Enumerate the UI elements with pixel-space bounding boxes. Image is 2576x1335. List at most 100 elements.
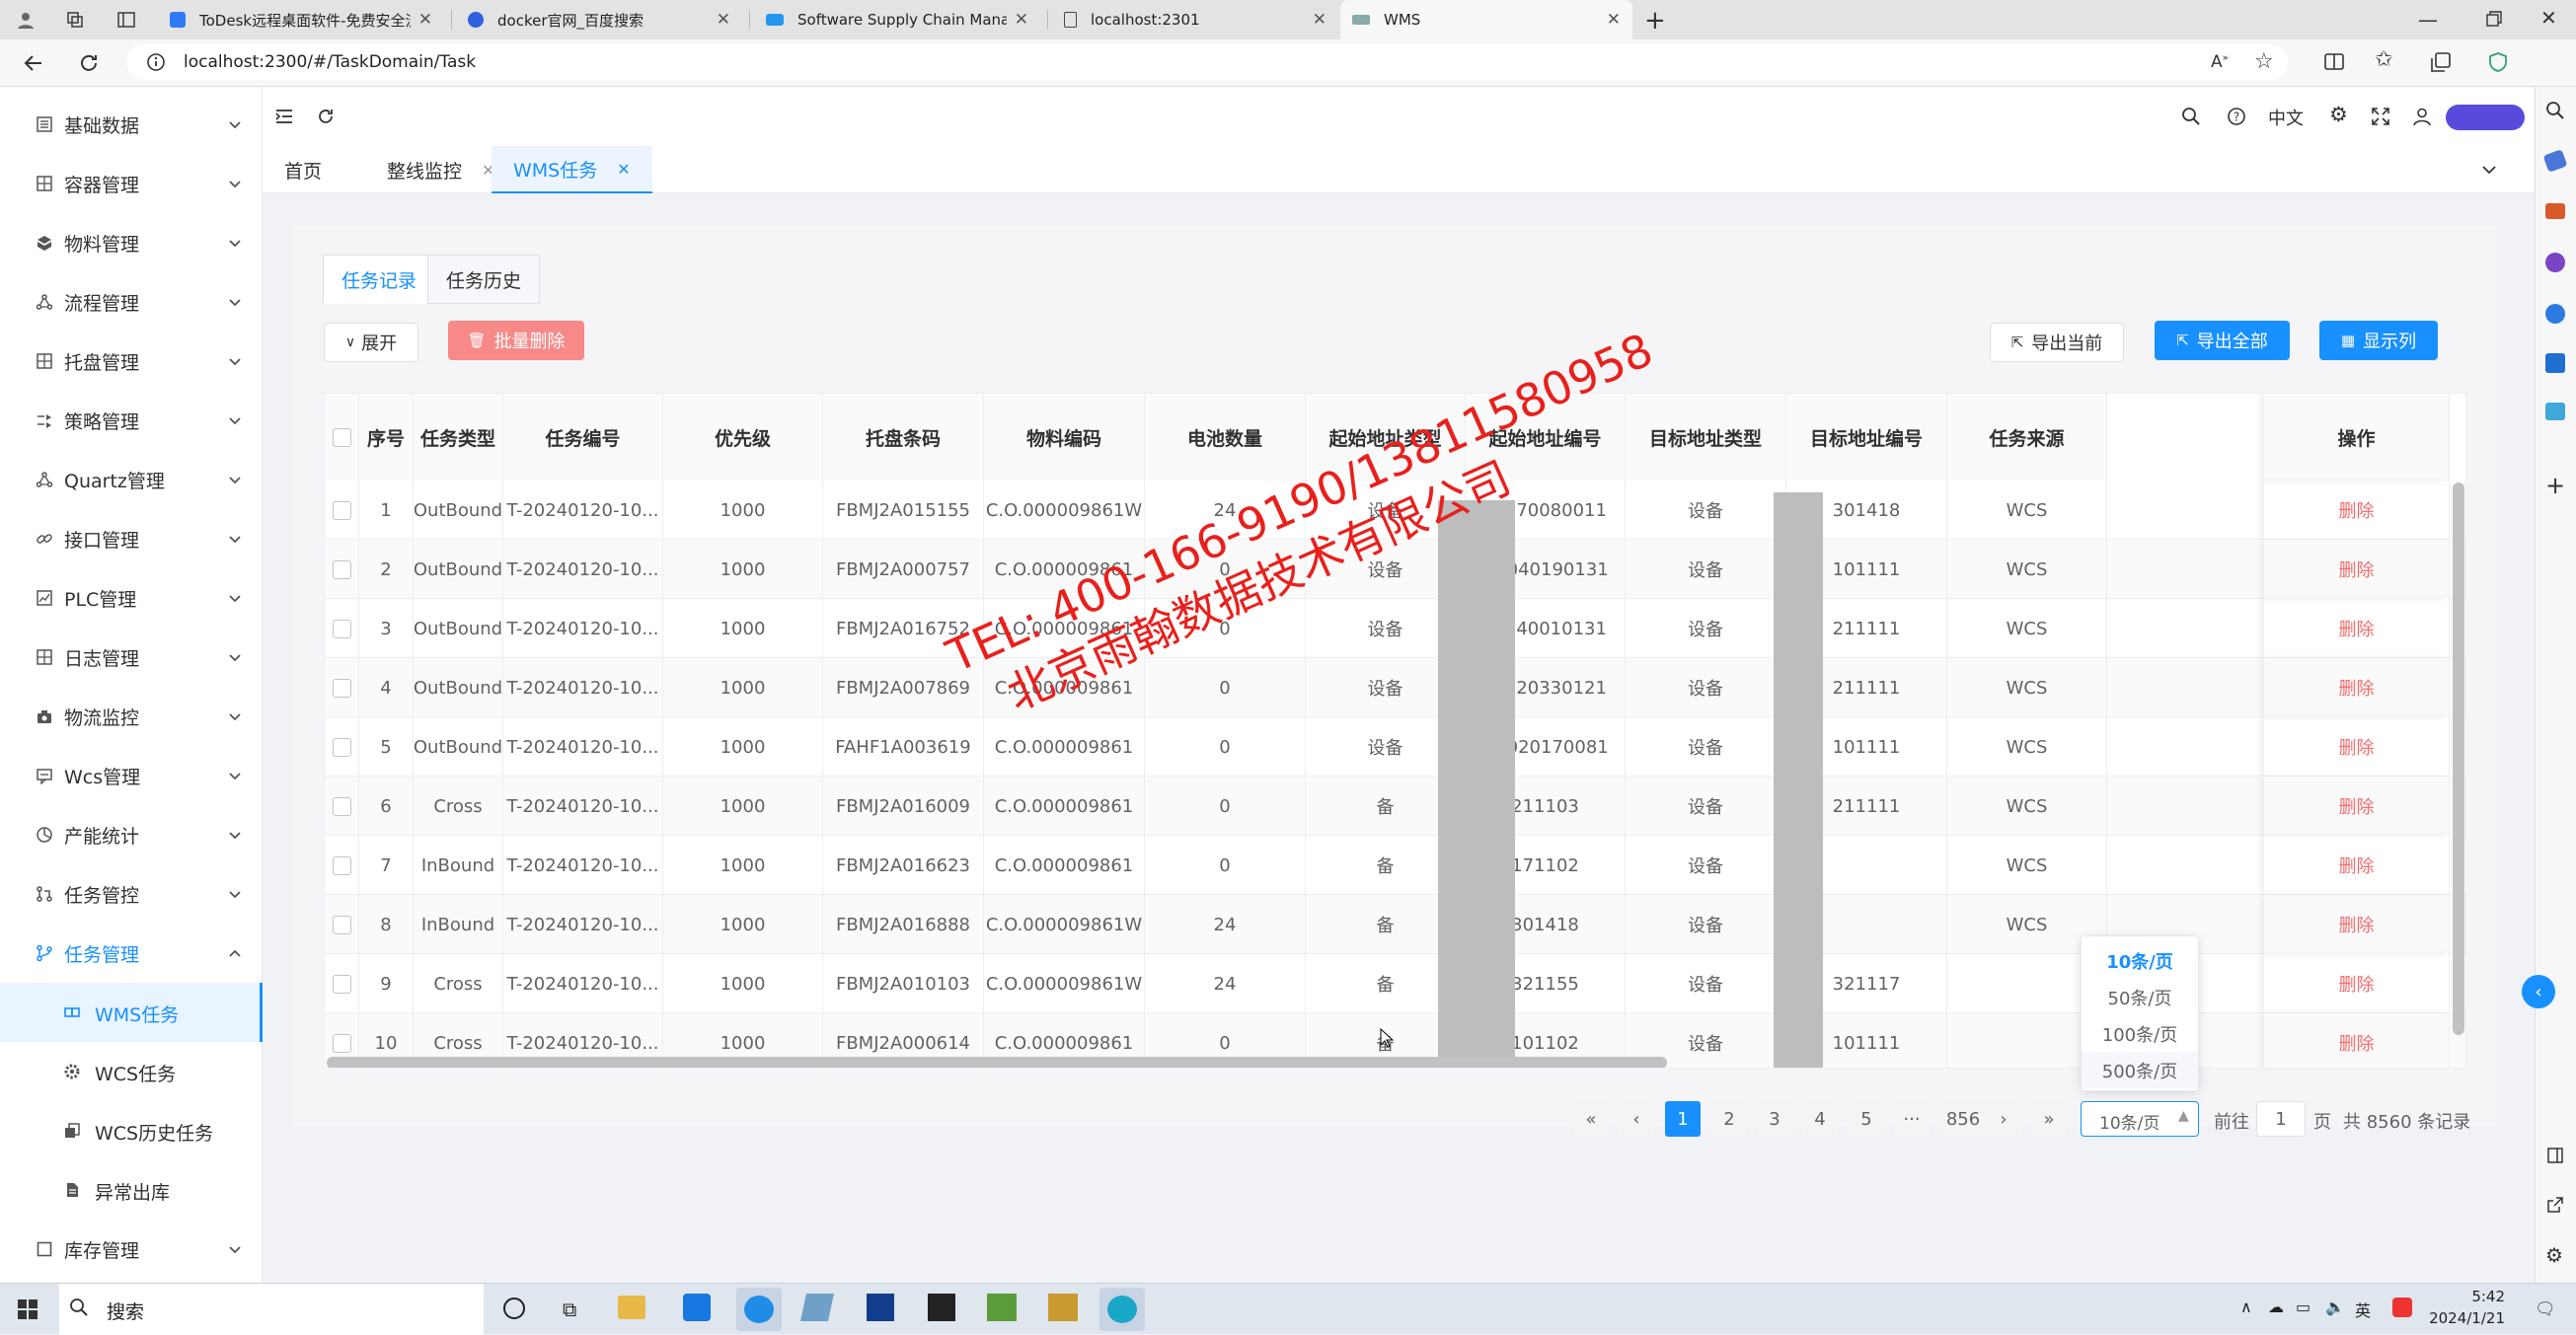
show-columns-button[interactable]: ▦ 显示列 xyxy=(2319,321,2438,360)
favorites-icon[interactable]: ✩ xyxy=(2375,47,2392,72)
vertical-scrollbar[interactable] xyxy=(2453,482,2464,1035)
tray-chevron-icon[interactable]: ∧ xyxy=(2240,1298,2252,1316)
sidebar-item[interactable]: 接口管理 xyxy=(0,509,263,568)
delete-button[interactable]: 删除 xyxy=(2264,954,2450,1013)
settings-gear-icon[interactable]: ⚙ xyxy=(2545,1243,2563,1267)
user-avatar[interactable] xyxy=(2446,105,2525,130)
export-all-button[interactable]: ⇱ 导出全部 xyxy=(2155,321,2290,360)
tabs-dropdown-icon[interactable] xyxy=(2479,160,2499,180)
page-size-option[interactable]: 100条/页 xyxy=(2082,1015,2198,1052)
page-2[interactable]: 2 xyxy=(1711,1101,1747,1137)
external-link-icon[interactable] xyxy=(2546,1196,2564,1214)
add-tool-icon[interactable]: + xyxy=(2545,472,2565,499)
delete-button[interactable]: 删除 xyxy=(2264,836,2450,895)
browser-tab-supply-chain[interactable]: Software Supply Chain Managem✕ xyxy=(754,0,1040,39)
next-page-icon[interactable]: › xyxy=(1986,1101,2021,1137)
browser-tab-docker[interactable]: docker官网_百度搜索 ✕ xyxy=(456,0,742,39)
sidebar-item[interactable]: Wcs管理 xyxy=(0,746,263,805)
page-ellipsis[interactable]: ··· xyxy=(1894,1101,1930,1137)
batch-delete-button[interactable]: 🗑 批量删除 xyxy=(448,321,584,360)
delete-button[interactable]: 删除 xyxy=(2264,540,2450,599)
sidebar-subitem[interactable]: WCS任务 xyxy=(0,1042,263,1101)
ime-indicator[interactable]: 英 xyxy=(2355,1298,2371,1321)
sidebar-subitem[interactable]: WMS任务 xyxy=(0,983,263,1042)
sidebar-subitem[interactable]: WCS历史任务 xyxy=(0,1101,263,1160)
drop-icon[interactable] xyxy=(2545,403,2565,420)
task-view-icon[interactable]: ⧉ xyxy=(563,1298,576,1321)
sidebar-item[interactable]: Quartz管理 xyxy=(0,450,263,509)
split-screen-icon[interactable] xyxy=(2323,51,2345,73)
settings-icon[interactable]: ⚙ xyxy=(2329,103,2348,126)
search-icon[interactable] xyxy=(2545,101,2565,120)
page-size-option[interactable]: 500条/页 xyxy=(2082,1052,2198,1088)
close-tab-icon[interactable]: ✕ xyxy=(1015,10,1028,30)
file-explorer-icon[interactable] xyxy=(618,1296,645,1319)
row-checkbox[interactable] xyxy=(332,915,351,934)
cloud-icon[interactable]: ☁ xyxy=(2268,1298,2284,1316)
sidebar-item[interactable]: PLC管理 xyxy=(0,568,263,628)
taskbar-search-box[interactable]: 搜索 xyxy=(59,1284,484,1335)
restore-icon[interactable] xyxy=(2485,10,2503,28)
sidebar-item[interactable]: 物料管理 xyxy=(0,213,263,272)
antivirus-icon[interactable] xyxy=(2392,1298,2412,1317)
sidebar-item[interactable]: 流程管理 xyxy=(0,272,263,332)
page-tab-home[interactable]: 首页 xyxy=(263,146,343,193)
windows-start-icon[interactable] xyxy=(18,1299,38,1319)
delete-button[interactable]: 删除 xyxy=(2264,481,2450,540)
notepad-icon[interactable] xyxy=(800,1294,834,1321)
export-current-button[interactable]: ⇱ 导出当前 xyxy=(1990,323,2124,362)
back-icon[interactable] xyxy=(22,51,45,75)
collapse-panel-icon[interactable]: ‹ xyxy=(2522,975,2555,1008)
delete-button[interactable]: 删除 xyxy=(2264,895,2450,954)
tab-task-history[interactable]: 任务历史 xyxy=(427,255,541,304)
sidebar-item[interactable]: 策略管理 xyxy=(0,391,263,450)
close-tab-icon[interactable]: ✕ xyxy=(1313,10,1326,30)
notification-icon[interactable]: 🗨 xyxy=(2535,1299,2556,1319)
refresh-icon[interactable] xyxy=(77,51,101,75)
close-tab-icon[interactable]: ✕ xyxy=(1607,10,1621,30)
page-5[interactable]: 5 xyxy=(1849,1101,1884,1137)
menu-fold-icon[interactable] xyxy=(274,107,294,126)
panel-toggle-icon[interactable] xyxy=(2546,1147,2564,1164)
volume-icon[interactable]: 🔈 xyxy=(2325,1298,2345,1316)
copilot-icon[interactable] xyxy=(2545,304,2565,324)
tools-icon[interactable] xyxy=(2545,203,2565,219)
browser-tab-todesk[interactable]: ToDesk远程桌面软件-免费安全流 ✕ xyxy=(158,0,444,39)
cortana-icon[interactable] xyxy=(503,1298,525,1319)
page-4[interactable]: 4 xyxy=(1802,1101,1838,1137)
info-icon[interactable] xyxy=(146,52,166,72)
sidebar-item[interactable]: 容器管理 xyxy=(0,154,263,213)
close-tab-icon[interactable]: ✕ xyxy=(418,10,432,30)
select-all-checkbox[interactable] xyxy=(332,427,351,447)
sidebar-item[interactable]: 托盘管理 xyxy=(0,332,263,391)
delete-button[interactable]: 删除 xyxy=(2264,1013,2450,1068)
row-checkbox[interactable] xyxy=(332,619,351,638)
tab-actions-icon[interactable] xyxy=(116,10,136,30)
row-checkbox[interactable] xyxy=(332,559,351,579)
delete-button[interactable]: 删除 xyxy=(2264,717,2450,777)
workspaces-icon[interactable] xyxy=(65,10,85,30)
refresh-page-icon[interactable] xyxy=(316,107,336,126)
goto-page-input[interactable]: 1 xyxy=(2256,1101,2306,1137)
games-icon[interactable] xyxy=(2545,253,2565,272)
browser-tab-wms[interactable]: WMS ✕ xyxy=(1340,0,1632,39)
url-field[interactable]: localhost:2300/#/TaskDomain/Task A» ☆ xyxy=(126,44,2288,80)
sidebar-item[interactable]: 基础数据 xyxy=(0,95,263,154)
sidebar-item[interactable]: 任务管控 xyxy=(0,864,263,924)
page-last[interactable]: 856 xyxy=(1939,1101,1987,1137)
collections-icon[interactable] xyxy=(2430,51,2452,73)
delete-button[interactable]: 删除 xyxy=(2264,658,2450,717)
powershell-icon[interactable] xyxy=(867,1294,894,1321)
profile-icon[interactable] xyxy=(16,10,36,30)
window-close-icon[interactable]: ✕ xyxy=(2540,6,2557,30)
network-icon[interactable]: ▭ xyxy=(2296,1298,2311,1316)
sidebar-item-inventory[interactable]: 库存管理 xyxy=(0,1220,263,1279)
user-icon[interactable] xyxy=(2412,107,2432,126)
read-aloud-icon[interactable]: A» xyxy=(2211,52,2229,72)
todesk-app-icon[interactable] xyxy=(683,1294,711,1321)
delete-button[interactable]: 删除 xyxy=(2264,599,2450,658)
favorite-star-icon[interactable]: ☆ xyxy=(2254,49,2274,74)
sidebar-item[interactable]: 产能统计 xyxy=(0,805,263,864)
page-size-select[interactable]: 10条/页 ▲ xyxy=(2081,1101,2199,1137)
prev-page-icon[interactable]: ‹ xyxy=(1619,1101,1654,1137)
